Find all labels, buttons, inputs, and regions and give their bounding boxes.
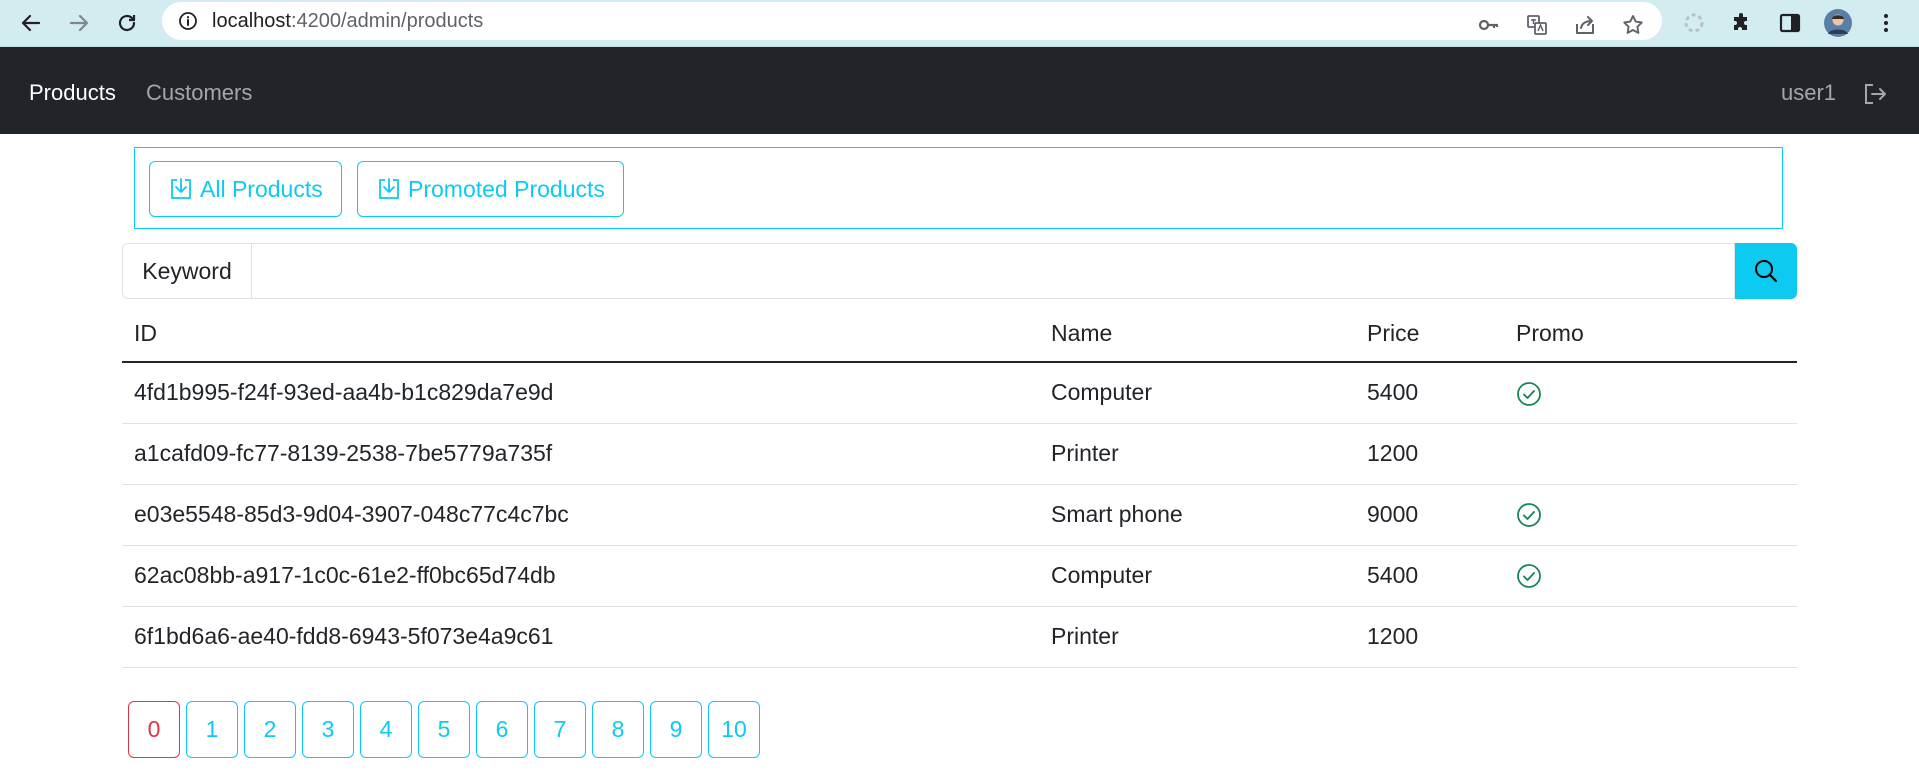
more-vert-icon xyxy=(1884,14,1888,32)
page-button-3[interactable]: 3 xyxy=(302,701,354,758)
column-header-name: Name xyxy=(1039,305,1355,363)
url-text: localhost:4200/admin/products xyxy=(212,10,483,33)
page-button-4[interactable]: 4 xyxy=(360,701,412,758)
browser-toolbar: localhost:4200/admin/products xyxy=(0,0,1919,47)
user-name[interactable]: user1 xyxy=(1781,80,1836,106)
page-button-5[interactable]: 5 xyxy=(418,701,470,758)
logout-button[interactable] xyxy=(1861,80,1889,108)
nav-link-products[interactable]: Products xyxy=(29,80,116,106)
name-cell: Computer xyxy=(1039,362,1355,424)
promo-cell xyxy=(1504,484,1797,546)
avatar-icon xyxy=(1824,9,1852,37)
key-icon xyxy=(1478,19,1499,31)
forward-button[interactable] xyxy=(62,6,96,40)
page-button-9[interactable]: 9 xyxy=(650,701,702,758)
column-header-id: ID xyxy=(122,305,1039,363)
name-cell: Smart phone xyxy=(1039,484,1355,546)
url-host: localhost xyxy=(212,10,291,32)
id-cell: e03e5548-85d3-9d04-3907-048c77c4c7bc xyxy=(122,484,1039,546)
extensions-button[interactable] xyxy=(1725,6,1759,40)
check-circle-icon xyxy=(1516,563,1542,589)
table-row: 4fd1b995-f24f-93ed-aa4b-b1c829da7e9d Comp… xyxy=(122,362,1797,424)
extension-spinner[interactable] xyxy=(1677,6,1711,40)
page-button-6[interactable]: 6 xyxy=(476,701,528,758)
translate-button[interactable] xyxy=(1520,8,1554,42)
table-body: 4fd1b995-f24f-93ed-aa4b-b1c829da7e9d Comp… xyxy=(122,362,1797,668)
promo-cell xyxy=(1504,545,1797,607)
share-icon xyxy=(1576,16,1594,34)
column-header-price: Price xyxy=(1355,305,1504,363)
password-key-button[interactable] xyxy=(1472,8,1506,42)
table-header-row: ID Name Price Promo xyxy=(122,305,1797,363)
price-cell: 5400 xyxy=(1355,362,1504,424)
all-products-button[interactable]: All Products xyxy=(149,161,342,217)
address-bar[interactable]: localhost:4200/admin/products xyxy=(162,2,1662,40)
search-form: Keyword xyxy=(122,243,1797,299)
price-cell: 1200 xyxy=(1355,606,1504,668)
name-cell: Printer xyxy=(1039,606,1355,668)
check-circle-icon xyxy=(1516,381,1542,407)
products-table: ID Name Price Promo 4fd1b995-f24f-93ed-a… xyxy=(122,305,1797,668)
check-circle-icon xyxy=(1516,502,1542,528)
loading-icon xyxy=(1684,13,1704,33)
search-icon xyxy=(1755,260,1778,283)
pagination: 0 1 2 3 4 5 6 7 8 9 10 xyxy=(128,701,766,758)
site-info-icon xyxy=(179,12,197,30)
url-path: :4200/admin/products xyxy=(290,10,484,32)
profile-avatar[interactable] xyxy=(1821,6,1855,40)
star-icon xyxy=(1623,15,1643,34)
name-cell: Computer xyxy=(1039,545,1355,607)
page-button-7[interactable]: 7 xyxy=(534,701,586,758)
back-button[interactable] xyxy=(14,6,48,40)
search-button[interactable] xyxy=(1735,243,1797,299)
id-cell: 6f1bd6a6-ae40-fdd8-6943-5f073e4a9c61 xyxy=(122,606,1039,668)
price-cell: 9000 xyxy=(1355,484,1504,546)
promo-cell xyxy=(1504,606,1797,668)
table-row: e03e5548-85d3-9d04-3907-048c77c4c7bc Smar… xyxy=(122,484,1797,546)
page-button-10[interactable]: 10 xyxy=(708,701,760,758)
promo-cell xyxy=(1504,423,1797,485)
app-navbar: Products Customers user1 xyxy=(0,47,1919,134)
id-cell: a1cafd09-fc77-8139-2538-7be5779a735f xyxy=(122,423,1039,485)
nav-link-customers[interactable]: Customers xyxy=(146,80,252,106)
download-icon xyxy=(168,176,194,202)
table-row: 62ac08bb-a917-1c0c-61e2-ff0bc65d74db Comp… xyxy=(122,545,1797,607)
bookmark-button[interactable] xyxy=(1616,8,1650,42)
reload-icon xyxy=(118,14,136,32)
side-panel-button[interactable] xyxy=(1773,6,1807,40)
promoted-products-label: Promoted Products xyxy=(408,175,605,202)
keyword-input[interactable] xyxy=(251,243,1735,299)
browser-menu-button[interactable] xyxy=(1869,6,1903,40)
name-cell: Printer xyxy=(1039,423,1355,485)
table-row: a1cafd09-fc77-8139-2538-7be5779a735f Prin… xyxy=(122,423,1797,485)
promoted-products-button[interactable]: Promoted Products xyxy=(357,161,624,217)
keyword-label: Keyword xyxy=(122,243,251,299)
page-button-1[interactable]: 1 xyxy=(186,701,238,758)
page-button-2[interactable]: 2 xyxy=(244,701,296,758)
page-button-0[interactable]: 0 xyxy=(128,701,180,758)
download-icon xyxy=(376,176,402,202)
all-products-label: All Products xyxy=(200,175,323,202)
page-button-8[interactable]: 8 xyxy=(592,701,644,758)
promo-cell xyxy=(1504,362,1797,424)
translate-icon xyxy=(1527,15,1547,35)
logout-icon xyxy=(1865,84,1886,104)
reload-button[interactable] xyxy=(110,6,144,40)
id-cell: 4fd1b995-f24f-93ed-aa4b-b1c829da7e9d xyxy=(122,362,1039,424)
share-button[interactable] xyxy=(1568,8,1602,42)
arrow-right-icon xyxy=(69,14,89,32)
price-cell: 1200 xyxy=(1355,423,1504,485)
id-cell: 62ac08bb-a917-1c0c-61e2-ff0bc65d74db xyxy=(122,545,1039,607)
column-header-promo: Promo xyxy=(1504,305,1797,363)
side-panel-icon xyxy=(1779,13,1801,33)
arrow-left-icon xyxy=(21,14,41,32)
puzzle-icon xyxy=(1734,13,1747,30)
price-cell: 5400 xyxy=(1355,545,1504,607)
table-row: 6f1bd6a6-ae40-fdd8-6943-5f073e4a9c61 Prin… xyxy=(122,606,1797,668)
filter-panel: All Products Promoted Products xyxy=(134,147,1783,229)
